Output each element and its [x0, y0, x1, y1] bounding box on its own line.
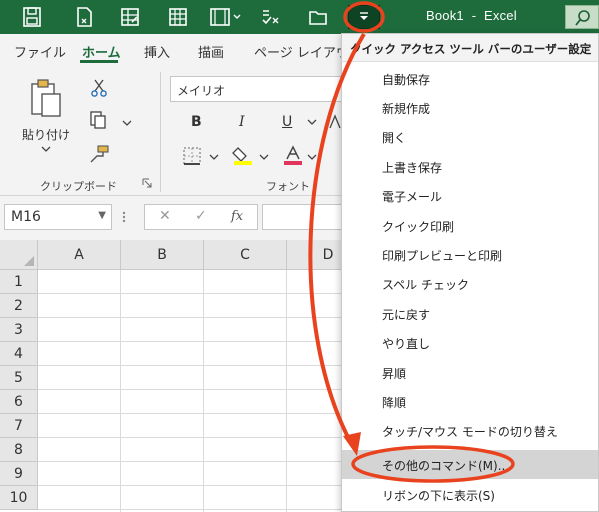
select-all-button[interactable] [0, 240, 38, 270]
customize-qat-menu: クイック アクセス ツール バーのユーザー設定 自動保存 新規作成 開く 上書き… [341, 33, 599, 512]
active-tab-indicator [80, 60, 118, 63]
row-header-3[interactable]: 3 [0, 318, 38, 342]
row-header-1[interactable]: 1 [0, 270, 38, 294]
font-group-label: フォント [266, 180, 310, 193]
underline-button[interactable]: U [282, 114, 292, 130]
menu-item-show-below-ribbon[interactable]: リボンの下に表示(S) [342, 480, 598, 509]
menu-item-email[interactable]: 電子メール [342, 181, 598, 210]
column-header-b[interactable]: B [121, 240, 204, 270]
menu-item-save[interactable]: 上書き保存 [342, 152, 598, 181]
tab-insert[interactable]: 挿入 [144, 42, 170, 61]
tab-file[interactable]: ファイル [14, 42, 66, 61]
menu-item-more-commands[interactable]: その他のコマンド(M)... [342, 450, 598, 479]
format-painter-icon[interactable] [88, 144, 110, 164]
row-header-9[interactable]: 9 [0, 462, 38, 486]
paste-icon[interactable] [28, 78, 64, 120]
menu-item-quick-print[interactable]: クイック印刷 [342, 211, 598, 240]
table-icon[interactable] [166, 5, 190, 29]
column-header-c[interactable]: C [204, 240, 287, 270]
menu-item-undo[interactable]: 元に戻す [342, 299, 598, 328]
underline-dropdown-icon[interactable] [306, 117, 318, 127]
search-button[interactable] [565, 5, 599, 29]
font-color-dropdown-icon[interactable] [306, 152, 318, 162]
name-box[interactable]: M16 ▼ [4, 204, 112, 230]
row-header-6[interactable]: 6 [0, 390, 38, 414]
folder-open-icon[interactable] [306, 5, 330, 29]
menu-item-touch-mode[interactable]: タッチ/マウス モードの切り替え [342, 416, 598, 445]
column-header-a[interactable]: A [38, 240, 121, 270]
new-document-icon[interactable] [72, 5, 96, 29]
title-bar: Book1 - Excel [0, 0, 599, 34]
tab-draw[interactable]: 描画 [198, 42, 224, 61]
qat-dropdown-icon [360, 12, 368, 20]
italic-button[interactable]: I [239, 114, 245, 130]
name-box-value: M16 [11, 209, 41, 225]
row-header-4[interactable]: 4 [0, 342, 38, 366]
gridline [203, 270, 204, 512]
fill-color-icon[interactable] [232, 144, 254, 166]
insert-function-icon[interactable]: fx [231, 209, 243, 224]
search-icon [575, 10, 590, 26]
fill-color-dropdown-icon[interactable] [258, 152, 270, 162]
select-all-icon [24, 256, 34, 266]
borders-icon[interactable] [182, 146, 202, 166]
autosave-icon[interactable] [20, 5, 44, 29]
film-strip-icon[interactable] [208, 5, 244, 29]
app-name: Excel [484, 8, 517, 23]
spreadsheet-icon[interactable] [118, 5, 142, 29]
menu-item-spell-check[interactable]: スペル チェック [342, 269, 598, 298]
qat-dropdown-button[interactable] [348, 5, 380, 29]
formula-buttons: ✕ ✓ fx [144, 204, 258, 230]
borders-dropdown-icon[interactable] [208, 152, 220, 162]
menu-item-redo[interactable]: やり直し [342, 328, 598, 357]
font-name-box[interactable]: メイリオ [170, 76, 350, 102]
menu-header: クイック アクセス ツール バーのユーザー設定 [342, 34, 598, 62]
menu-item-sort-descending[interactable]: 降順 [342, 387, 598, 416]
name-box-dropdown-icon[interactable]: ▼ [98, 210, 106, 221]
gridline [286, 270, 287, 512]
bold-button[interactable]: B [191, 114, 202, 130]
group-separator [160, 72, 161, 192]
menu-item-new[interactable]: 新規作成 [342, 93, 598, 122]
workbook-name: Book1 [426, 8, 464, 23]
cancel-icon[interactable]: ✕ [159, 208, 171, 224]
window-title: Book1 - Excel [426, 8, 517, 23]
resize-handle-icon[interactable] [122, 210, 126, 224]
menu-item-autosave[interactable]: 自動保存 [342, 64, 598, 93]
spell-check-icon[interactable] [258, 5, 282, 29]
menu-item-sort-ascending[interactable]: 昇順 [342, 358, 598, 387]
row-header-7[interactable]: 7 [0, 414, 38, 438]
enter-icon[interactable]: ✓ [195, 208, 207, 224]
menu-item-open[interactable]: 開く [342, 122, 598, 151]
dialog-launcher-icon[interactable] [142, 178, 152, 188]
menu-item-print-preview[interactable]: 印刷プレビューと印刷 [342, 240, 598, 269]
font-color-icon[interactable] [282, 144, 304, 166]
title-separator: - [471, 8, 477, 23]
row-header-10[interactable]: 10 [0, 486, 38, 510]
row-header-5[interactable]: 5 [0, 366, 38, 390]
copy-dropdown-icon[interactable] [121, 118, 133, 128]
tab-home[interactable]: ホーム [82, 42, 121, 61]
font-size-up-icon[interactable] [328, 114, 342, 130]
chevron-down-icon[interactable] [40, 144, 52, 154]
row-header-2[interactable]: 2 [0, 294, 38, 318]
paste-label[interactable]: 貼り付け [22, 126, 70, 143]
cut-icon[interactable] [90, 78, 108, 98]
clipboard-group-label: クリップボード [40, 180, 117, 193]
copy-icon[interactable] [88, 110, 108, 130]
gridline [120, 270, 121, 512]
row-header-8[interactable]: 8 [0, 438, 38, 462]
